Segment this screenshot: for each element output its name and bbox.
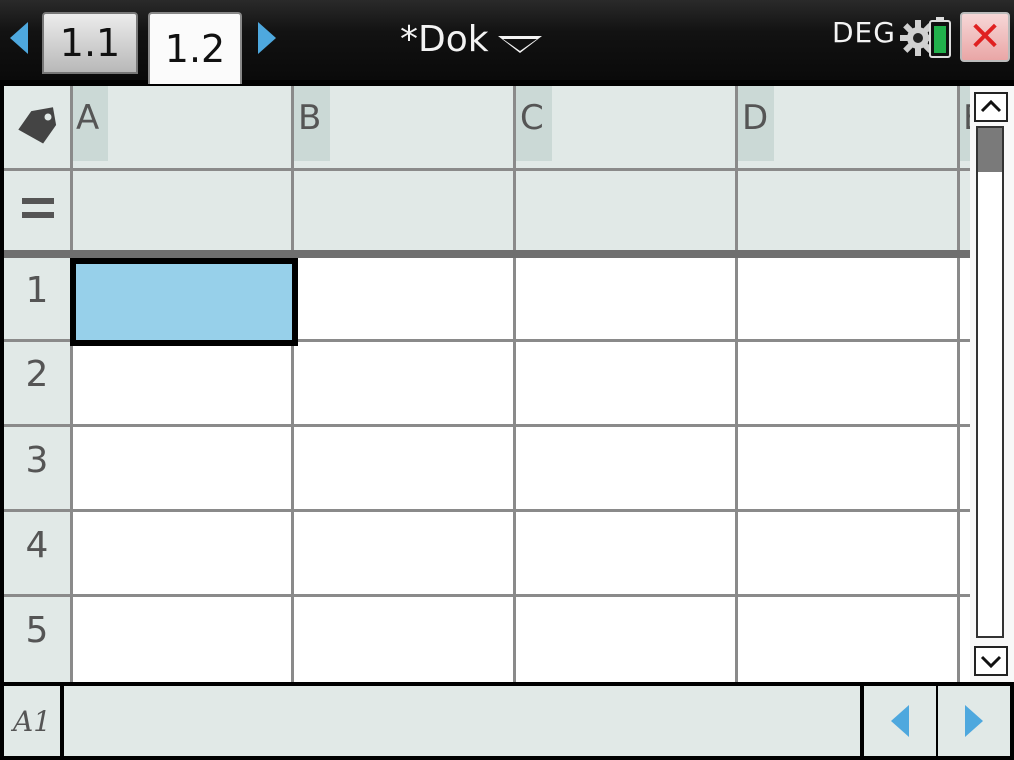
document-title[interactable]: *Dok bbox=[400, 14, 489, 64]
scroll-thumb[interactable] bbox=[978, 128, 1002, 172]
column-header-d[interactable]: D bbox=[738, 86, 774, 161]
grid-line bbox=[291, 86, 294, 682]
row-header-1[interactable]: 1 bbox=[4, 256, 70, 340]
formula-row-equals-icon bbox=[22, 198, 54, 222]
tab-label: 1.2 bbox=[164, 27, 226, 71]
grid-line bbox=[513, 86, 516, 682]
selected-cell-a1[interactable] bbox=[70, 258, 298, 346]
tab-page-1-2[interactable]: 1.2 bbox=[148, 12, 242, 84]
settings-battery-icon[interactable] bbox=[900, 16, 956, 60]
spreadsheet-grid[interactable]: A B C D E 1 2 3 4 5 bbox=[4, 86, 970, 682]
column-header-a[interactable]: A bbox=[72, 86, 108, 161]
document-menu-chevron-icon[interactable] bbox=[498, 36, 542, 53]
row-header-4[interactable]: 4 bbox=[4, 511, 70, 596]
grid-line bbox=[70, 86, 73, 682]
scroll-up-button[interactable] bbox=[974, 92, 1008, 122]
previous-button[interactable] bbox=[864, 686, 936, 756]
tag-icon[interactable] bbox=[14, 106, 64, 146]
next-button[interactable] bbox=[938, 686, 1010, 756]
tab-scroll-left-icon[interactable] bbox=[10, 22, 28, 54]
entry-line-input[interactable] bbox=[64, 686, 860, 756]
grid-line bbox=[4, 168, 970, 171]
tab-label: 1.1 bbox=[59, 21, 121, 65]
grid-line bbox=[4, 424, 970, 427]
angle-mode-indicator: DEG bbox=[832, 16, 896, 49]
scroll-down-button[interactable] bbox=[974, 646, 1008, 676]
tab-scroll-right-icon[interactable] bbox=[258, 22, 276, 54]
battery-icon bbox=[929, 17, 951, 58]
grid-line bbox=[957, 86, 960, 682]
grid-line bbox=[4, 594, 970, 597]
header-separator bbox=[4, 250, 970, 258]
close-icon: ✕ bbox=[968, 14, 1002, 60]
tab-page-1-1[interactable]: 1.1 bbox=[42, 12, 138, 74]
arrow-left-icon bbox=[891, 705, 909, 737]
arrow-right-icon bbox=[965, 705, 983, 737]
grid-line bbox=[4, 509, 970, 512]
row-header-3[interactable]: 3 bbox=[4, 426, 70, 511]
column-header-b[interactable]: B bbox=[294, 86, 330, 161]
vertical-scrollbar[interactable] bbox=[970, 86, 1014, 682]
grid-line bbox=[735, 86, 738, 682]
cell-reference: A1 bbox=[4, 686, 60, 756]
scroll-track[interactable] bbox=[976, 126, 1004, 638]
column-header-c[interactable]: C bbox=[516, 86, 552, 161]
row-header-5[interactable]: 5 bbox=[4, 596, 70, 682]
row-header-2[interactable]: 2 bbox=[4, 340, 70, 426]
column-header-e[interactable]: E bbox=[959, 86, 970, 161]
close-button[interactable]: ✕ bbox=[960, 12, 1010, 62]
